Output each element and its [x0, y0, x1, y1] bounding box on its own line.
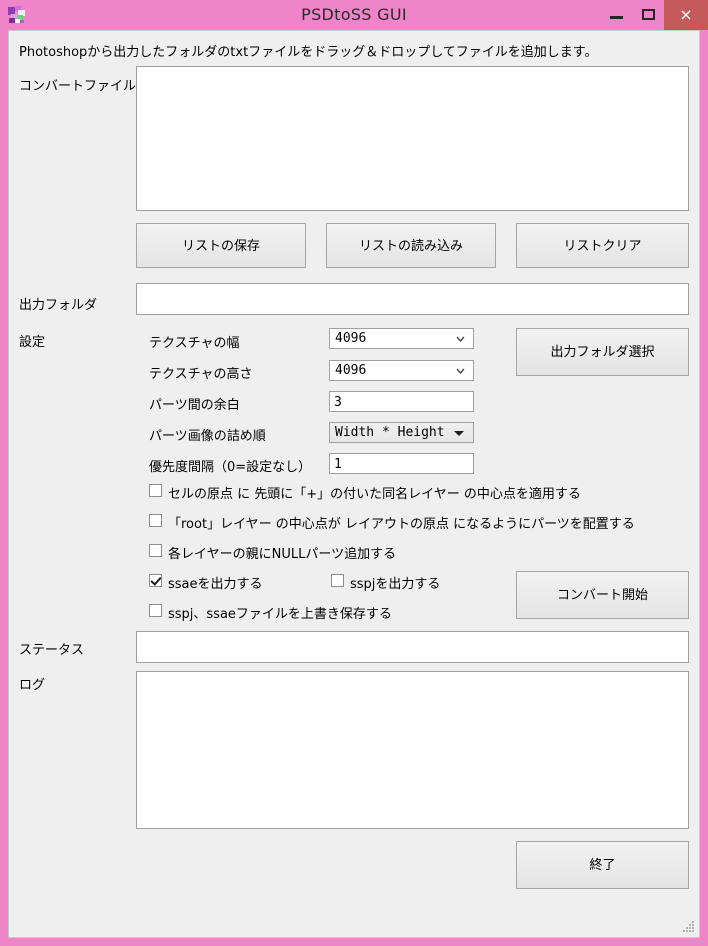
- checkbox-label: sspj、ssaeファイルを上書き保存する: [168, 607, 392, 622]
- checkbox-label: ssaeを出力する: [168, 577, 263, 592]
- checkbox-label: sspjを出力する: [350, 577, 441, 592]
- checkbox-box: [149, 484, 162, 497]
- checkbox-box: [149, 544, 162, 557]
- select-output-folder-label: 出力フォルダ選択: [550, 345, 655, 360]
- checkbox-box: [149, 604, 162, 617]
- triangle-down-icon: [454, 431, 464, 436]
- close-button[interactable]: ×: [664, 0, 708, 30]
- chevron-down-icon: [456, 336, 465, 343]
- status-input[interactable]: [136, 631, 689, 663]
- status-label: ステータス: [19, 643, 85, 658]
- maximize-button[interactable]: [634, 0, 664, 30]
- instruction-text: Photoshopから出力したフォルダのtxtファイルをドラッグ＆ドロップしてフ…: [19, 45, 598, 60]
- close-icon: ×: [679, 5, 693, 24]
- log-textarea[interactable]: [136, 671, 689, 829]
- checkbox-box: [149, 514, 162, 527]
- title-bar[interactable]: PSDtoSS GUI ×: [0, 0, 708, 30]
- texture-width-value: 4096: [335, 331, 367, 346]
- file-list-box[interactable]: [136, 66, 689, 211]
- priority-interval-input[interactable]: 1: [329, 453, 474, 474]
- convert-file-label: コンバートファイル: [19, 79, 137, 94]
- resize-grip-icon[interactable]: [683, 921, 695, 933]
- settings-label: 設定: [19, 335, 46, 350]
- minimize-button[interactable]: [598, 0, 634, 30]
- checkbox-label: 各レイヤーの親にNULLパーツ追加する: [168, 547, 397, 562]
- clear-list-button[interactable]: リストクリア: [516, 223, 689, 268]
- checkbox-box: [331, 574, 344, 587]
- minimize-icon: [610, 16, 623, 19]
- pack-order-label: パーツ画像の詰め順: [149, 429, 266, 444]
- pack-order-value: Width * Height: [335, 425, 445, 440]
- save-list-button[interactable]: リストの保存: [136, 223, 306, 268]
- output-folder-input[interactable]: [136, 283, 689, 315]
- convert-start-label: コンバート開始: [556, 588, 648, 603]
- save-list-button-label: リストの保存: [181, 239, 260, 254]
- margin-input[interactable]: 3: [329, 391, 474, 412]
- texture-height-value: 4096: [335, 363, 367, 378]
- clear-list-button-label: リストクリア: [563, 239, 642, 254]
- checkbox-box: [149, 574, 162, 587]
- load-list-button[interactable]: リストの読み込み: [326, 223, 496, 268]
- convert-start-button[interactable]: コンバート開始: [516, 571, 689, 619]
- output-folder-label: 出力フォルダ: [19, 298, 98, 313]
- chevron-down-icon: [456, 368, 465, 375]
- maximize-icon: [642, 9, 655, 20]
- texture-width-label: テクスチャの幅: [149, 336, 240, 351]
- checkbox-label: セルの原点 に 先頭に「+」の付いた同名レイヤー の中心点を適用する: [168, 487, 581, 502]
- pack-order-dropdown[interactable]: Width * Height: [329, 422, 474, 443]
- log-label: ログ: [19, 678, 46, 693]
- client-area: Photoshopから出力したフォルダのtxtファイルをドラッグ＆ドロップしてフ…: [8, 30, 700, 938]
- application-window: PSDtoSS GUI × Photoshopから出力したフォルダのtxtファイ…: [0, 0, 708, 946]
- select-output-folder-button[interactable]: 出力フォルダ選択: [516, 328, 689, 376]
- priority-interval-label: 優先度間隔（0=設定なし）: [149, 460, 312, 475]
- exit-button[interactable]: 終了: [516, 841, 689, 889]
- checkbox-label: 「root」レイヤー の中心点が レイアウトの原点 になるようにパーツを配置する: [168, 517, 635, 532]
- texture-height-label: テクスチャの高さ: [149, 367, 253, 382]
- load-list-button-label: リストの読み込み: [358, 239, 463, 254]
- texture-width-combobox[interactable]: 4096: [329, 328, 474, 349]
- exit-button-label: 終了: [589, 858, 616, 873]
- texture-height-combobox[interactable]: 4096: [329, 360, 474, 381]
- margin-label: パーツ間の余白: [149, 398, 240, 413]
